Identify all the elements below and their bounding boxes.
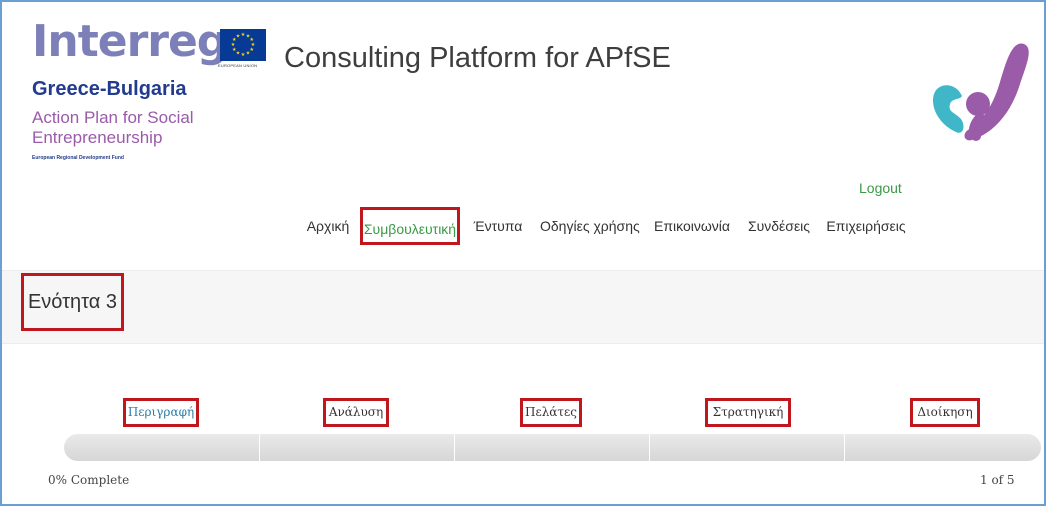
step-tab-management[interactable]: Διοίκηση: [910, 398, 980, 427]
project-name: Action Plan for Social Entrepreneurship: [32, 108, 232, 148]
section-header-band: [2, 270, 1044, 344]
progress-segment-divider: [649, 434, 650, 461]
step-tab-analysis[interactable]: Ανάλυση: [323, 398, 389, 427]
nav-item-home[interactable]: Αρχική: [306, 207, 350, 245]
progress-segment-divider: [454, 434, 455, 461]
nav-item-forms[interactable]: Έντυπα: [472, 207, 524, 245]
apfse-brand-icon: [916, 32, 1036, 157]
progress-text: 0% Complete: [48, 473, 130, 487]
eu-flag-icon: ★ ★ ★ ★ ★ ★ ★ ★ ★ ★ ★ ★: [220, 29, 266, 61]
nav-item-businesses[interactable]: Επιχειρήσεις: [826, 207, 906, 245]
platform-title: Consulting Platform for APfSE: [284, 42, 671, 74]
step-tab-customers[interactable]: Πελάτες: [520, 398, 582, 427]
svg-text:★: ★: [236, 33, 241, 39]
logout-link[interactable]: Logout: [859, 180, 902, 196]
progress-bar: [64, 434, 1041, 461]
eu-caption: EUROPEAN UNION: [218, 63, 258, 68]
interreg-logo-text: Interreg: [32, 16, 228, 67]
progress-segment-divider: [259, 434, 260, 461]
nav-item-links[interactable]: Συνδέσεις: [745, 207, 813, 245]
project-name-line-2: Entrepreneurship: [32, 128, 163, 147]
nav-item-user-guide[interactable]: Οδηγίες χρήσης: [540, 207, 640, 245]
svg-text:★: ★: [246, 51, 251, 57]
page-frame: Interreg ★ ★ ★ ★ ★ ★ ★ ★ ★ ★ ★ ★ EUROPEA…: [0, 0, 1046, 506]
step-tab-description[interactable]: Περιγραφή: [123, 398, 199, 427]
program-name: Greece-Bulgaria: [32, 78, 187, 100]
svg-text:★: ★: [241, 52, 246, 58]
section-title: Ενότητα 3: [21, 273, 124, 331]
fund-caption: European Regional Development Fund: [32, 155, 124, 161]
progress-segment-divider: [844, 434, 845, 461]
nav-item-contact[interactable]: Επικοινωνία: [653, 207, 731, 245]
step-tab-strategy[interactable]: Στρατηγική: [705, 398, 791, 427]
project-name-line-1: Action Plan for Social: [32, 108, 194, 127]
nav-item-consulting[interactable]: Συμβουλευτική: [360, 207, 460, 245]
page-count: 1 of 5: [980, 473, 1015, 487]
